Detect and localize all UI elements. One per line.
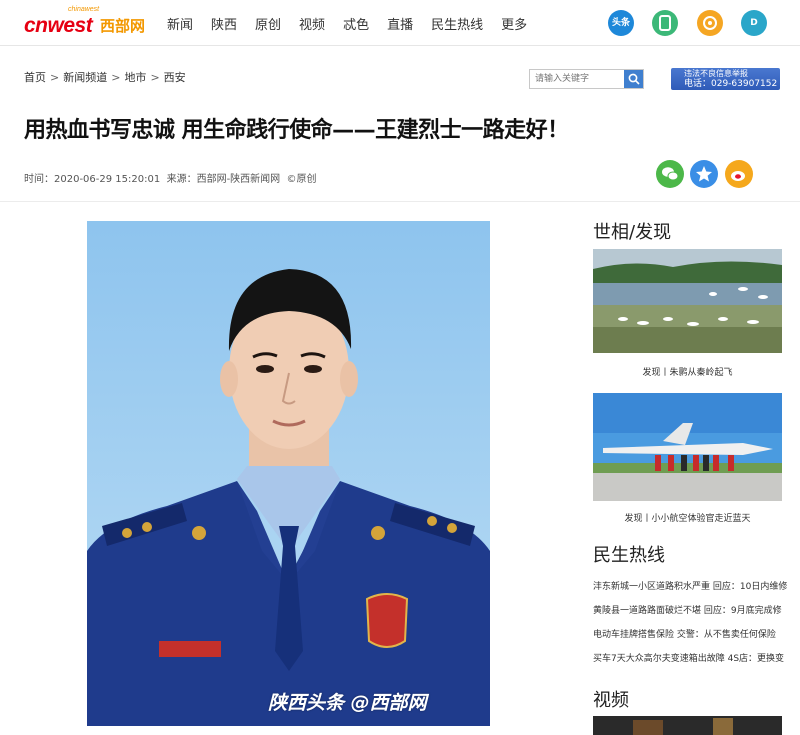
breadcrumb-separator: > (150, 70, 160, 84)
discover-thumb-aviation[interactable] (593, 393, 782, 501)
publish-time: 时间：2020-06-29 15:20:01 (24, 174, 161, 185)
dt-app-icon[interactable]: D (741, 10, 767, 36)
report-banner[interactable]: 违法不良信息举报 电话：029-63907152 (671, 68, 780, 90)
kuaiwen-app-icon[interactable] (652, 10, 678, 36)
search-input[interactable] (530, 70, 624, 88)
nav-item-video[interactable]: 视频 (299, 14, 325, 33)
main-nav: 新闻 陕西 原创 视频 忒色 直播 民生热线 更多 (167, 14, 545, 33)
breadcrumb-city[interactable]: 地市 (124, 69, 146, 85)
hotline-item[interactable]: 电动车挂牌搭售保险 交警：从不售卖任何保险 (593, 627, 793, 640)
sxdt-app-icon[interactable] (697, 10, 723, 36)
hotline-item[interactable]: 买车7天大众高尔夫变速箱出故障 4S店：更换变 (593, 651, 793, 664)
header-divider (0, 201, 800, 202)
search-box (529, 69, 644, 89)
nav-item-hotline[interactable]: 民生热线 (431, 14, 483, 33)
breadcrumb-separator: > (111, 70, 121, 84)
article-portrait-photo: 陕西头条 @西部网 (87, 221, 490, 726)
discover-caption-ibis[interactable]: 发现丨朱鹮从秦岭起飞 (593, 365, 782, 378)
logo-small-text: chinawest (68, 6, 100, 13)
article-meta: 时间：2020-06-29 15:20:01 来源：西部网-陕西新闻网 ©原创 (24, 170, 317, 185)
nav-item-original[interactable]: 原创 (255, 14, 281, 33)
report-line1: 违法不良信息举报 (684, 69, 748, 78)
toutiao-app-icon[interactable]: 头条 (608, 10, 634, 36)
qzone-share-icon[interactable] (690, 160, 718, 188)
article-title: 用热血书写忠诚 用生命践行使命——王建烈士一路走好！ (24, 118, 569, 143)
article-source: 来源：西部网-陕西新闻网 (166, 174, 281, 185)
cnwest-logo[interactable]: chinawest cnwest 西部网 (24, 6, 152, 38)
weibo-share-icon[interactable] (725, 160, 753, 188)
report-phone: 电话：029-63907152 (684, 79, 778, 89)
video-section-title: 视频 (593, 690, 629, 711)
original-tag: ©原创 (286, 174, 317, 185)
search-icon (628, 73, 640, 85)
top-header: chinawest cnwest 西部网 新闻 陕西 原创 视频 忒色 直播 民… (0, 0, 800, 46)
hotline-section-title: 民生热线 (593, 545, 665, 566)
nav-item-tese[interactable]: 忒色 (343, 14, 369, 33)
breadcrumb: 首页 > 新闻频道 > 地市 > 西安 (24, 69, 190, 85)
hotline-item[interactable]: 黄陵县一道路路面破烂不堪 回应：9月底完成修 (593, 603, 793, 616)
breadcrumb-separator: > (50, 70, 60, 84)
hotline-item[interactable]: 沣东新城一小区道路积水严重 回应：10日内维修 (593, 579, 793, 592)
discover-caption-aviation[interactable]: 发现丨小小航空体验官走近蓝天 (593, 511, 782, 524)
discover-section-title: 世相/发现 (593, 222, 672, 243)
nav-item-more[interactable]: 更多 (501, 14, 527, 33)
discover-thumb-ibis[interactable] (593, 249, 782, 353)
logo-text: cnwest (24, 14, 93, 37)
breadcrumb-xian[interactable]: 西安 (164, 69, 186, 85)
breadcrumb-home[interactable]: 首页 (24, 69, 46, 85)
wechat-share-icon[interactable] (656, 160, 684, 188)
search-button[interactable] (624, 70, 643, 88)
nav-item-shaanxi[interactable]: 陕西 (211, 14, 237, 33)
video-thumb[interactable] (593, 716, 782, 735)
photo-watermark: 陕西头条 @西部网 (268, 692, 427, 714)
nav-item-news[interactable]: 新闻 (167, 14, 193, 33)
nav-item-live[interactable]: 直播 (387, 14, 413, 33)
breadcrumb-news[interactable]: 新闻频道 (63, 69, 107, 85)
logo-chinese: 西部网 (100, 17, 146, 35)
